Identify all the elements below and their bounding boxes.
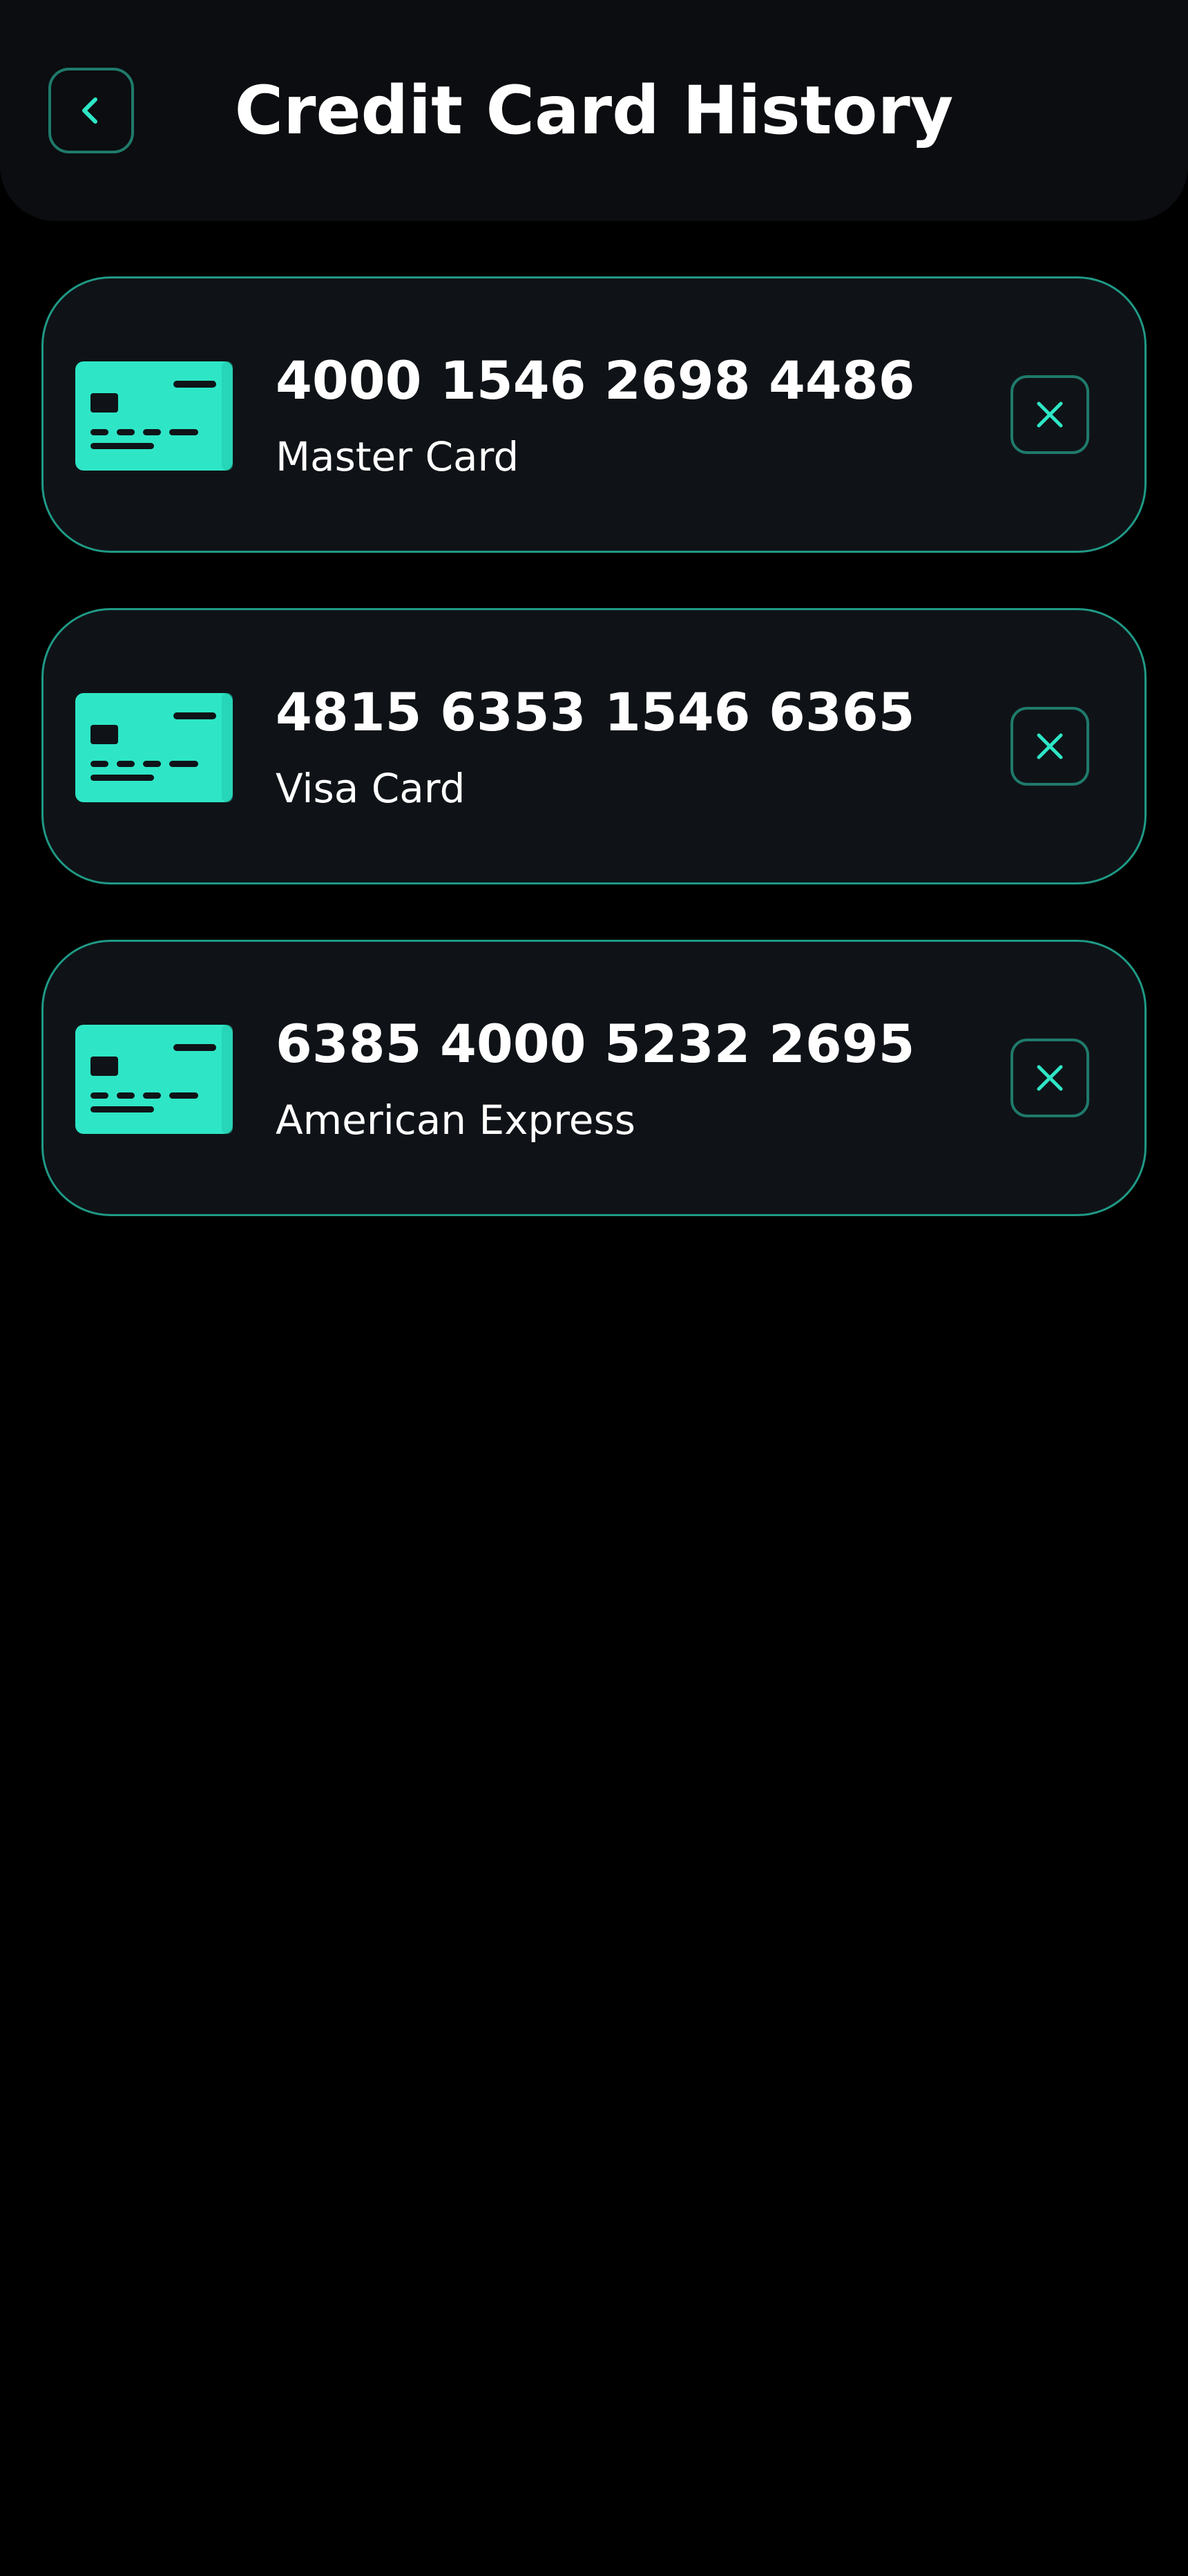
remove-card-button[interactable] [1010,707,1089,786]
card-type: Visa Card [276,765,466,812]
remove-card-button[interactable] [1010,1039,1089,1117]
remove-card-button[interactable] [1010,375,1089,454]
card-number: 6385 4000 5232 2695 [276,1013,915,1074]
card-row[interactable]: 6385 4000 5232 2695 American Express [41,940,1147,1216]
page-title: Credit Card History [234,72,954,149]
header: Credit Card History [0,0,1188,221]
card-type: American Express [276,1097,635,1144]
card-list: 4000 1546 2698 4486 Master Card 4815 635… [41,276,1147,1271]
credit-card-icon [75,361,233,471]
close-icon [1037,1065,1063,1091]
card-row[interactable]: 4815 6353 1546 6365 Visa Card [41,608,1147,884]
close-icon [1037,733,1063,759]
card-type: Master Card [276,433,519,480]
credit-card-icon [75,693,233,802]
card-number: 4000 1546 2698 4486 [276,350,915,411]
close-icon [1037,401,1063,428]
card-row[interactable]: 4000 1546 2698 4486 Master Card [41,276,1147,553]
card-number: 4815 6353 1546 6365 [276,681,915,743]
credit-card-icon [75,1025,233,1134]
